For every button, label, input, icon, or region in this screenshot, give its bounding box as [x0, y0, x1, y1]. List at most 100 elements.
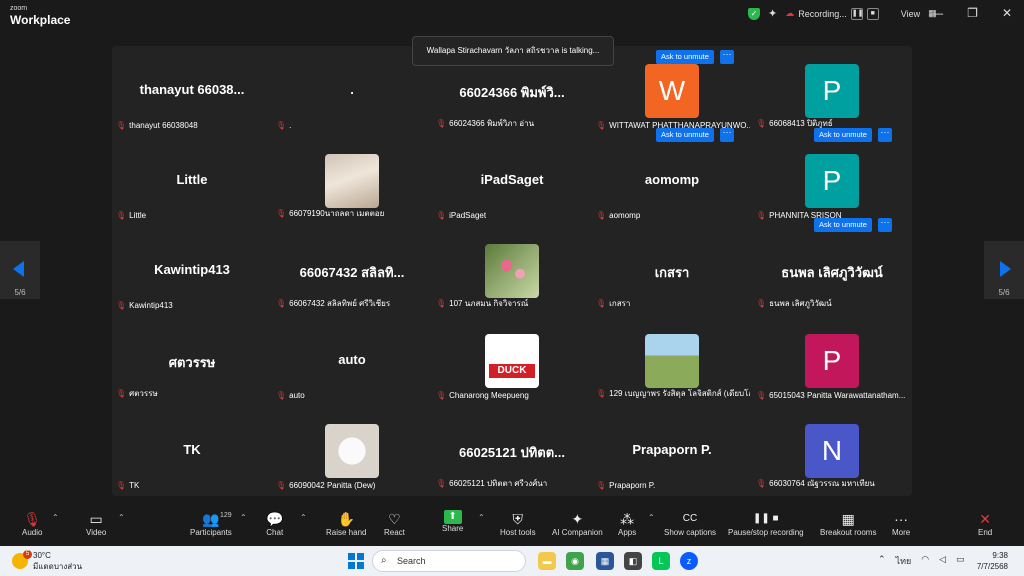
chevron-up-icon[interactable]: ⌃	[478, 513, 485, 522]
zoom-taskbar-icon[interactable]: z	[680, 552, 698, 570]
end-button[interactable]: ✕ End	[978, 510, 992, 537]
participant-tile[interactable]: TK 🎙 TK	[112, 406, 272, 496]
participant-label: 🎙 66030764 ณัฐวรรณ มหาเทียน	[756, 477, 875, 490]
tile-more-options-button[interactable]: ···	[878, 218, 892, 232]
wifi-icon[interactable]: ◠	[921, 554, 929, 568]
close-button[interactable]: ✕	[1002, 6, 1012, 20]
chevron-up-icon[interactable]: ⌃	[878, 554, 886, 568]
next-page-button[interactable]: 5/6	[984, 241, 1024, 299]
participant-tile[interactable]: 🎙 66090042 Panitta (Dew)	[272, 406, 432, 496]
active-speaker-notification: Wallapa Stirachavarn วัลภา สถิรชวาล is t…	[412, 36, 614, 66]
participant-tile[interactable]: . 🎙.	[272, 46, 432, 136]
host-tools-button[interactable]: ⛨ Host tools	[500, 510, 536, 537]
participant-tile[interactable]: Kawintip413 🎙 Kawintip413	[112, 226, 272, 316]
volume-icon[interactable]: ◁	[939, 554, 946, 568]
taskbar-search-box[interactable]: ⌕ Search	[372, 550, 526, 572]
participant-photo	[325, 154, 379, 208]
video-button[interactable]: ▭ Video	[86, 510, 106, 537]
encryption-shield-icon[interactable]: ✓	[748, 7, 760, 20]
participant-tile[interactable]: aomomp 🎙 aomomp	[592, 136, 752, 226]
line-icon[interactable]: L	[652, 552, 670, 570]
participant-tile[interactable]: iPadSaget 🎙 iPadSaget	[432, 136, 592, 226]
share-button[interactable]: ⬆ Share	[442, 510, 463, 533]
breakout-rooms-button[interactable]: ▦ Breakout rooms	[820, 510, 876, 537]
chevron-up-icon[interactable]: ⌃	[118, 513, 125, 522]
participant-label: 🎙 66025121 ปทิตตา ศรีวงศ์นา	[436, 477, 547, 490]
participant-tile[interactable]: 66025121 ปทิตต... 🎙 66025121 ปทิตตา ศรีวงศ…	[432, 406, 592, 496]
participants-button[interactable]: 👥 129 Participants	[190, 510, 232, 537]
participant-tile[interactable]: P 🎙 PHANNITA SRISON	[752, 136, 912, 226]
apps-button[interactable]: ⁂ Apps	[618, 510, 636, 537]
participant-tile[interactable]: P 🎙 65015043 Panitta Warawattanatham...	[752, 316, 912, 406]
toolbar-label: Participants	[190, 528, 232, 537]
ask-to-unmute-button[interactable]: Ask to unmute	[814, 128, 872, 142]
participant-tile[interactable]: ธนพล เลิศภูวิวัฒน์ 🎙 ธนพล เลิศภูวิวัฒน์	[752, 226, 912, 316]
participant-tile[interactable]: thanayut 66038... 🎙 thanayut 66038048	[112, 46, 272, 136]
participant-avatar: P	[805, 334, 859, 388]
view-button[interactable]: View	[901, 9, 920, 19]
participant-label-text: Chanarong Meepueng	[449, 391, 529, 400]
participant-label: 🎙 Prapaporn P.	[596, 481, 655, 490]
participant-tile[interactable]: auto 🎙 auto	[272, 316, 432, 406]
windows-start-icon[interactable]	[348, 553, 364, 569]
language-indicator[interactable]: ไทย	[896, 554, 912, 568]
ask-to-unmute-button[interactable]: Ask to unmute	[814, 218, 872, 232]
participant-tile[interactable]: 🎙 107 นภสมน กิจวิจารณ์	[432, 226, 592, 316]
participant-tile[interactable]: 66067432 สลิลทิ... 🎙 66067432 สลิลทิพย์ ศร…	[272, 226, 432, 316]
show-captions-button[interactable]: CC Show captions	[664, 510, 716, 537]
minimize-button[interactable]: —	[931, 6, 943, 20]
weather-widget[interactable]: 5 30°C มีแดดบางส่วน	[12, 550, 82, 572]
audio-button[interactable]: 🎙 Audio	[22, 510, 42, 537]
participant-label-text: aomomp	[609, 211, 641, 220]
file-explorer-icon[interactable]: ▬	[538, 552, 556, 570]
chat-button[interactable]: 💬 Chat	[266, 510, 283, 537]
participant-label-text: 66025121 ปทิตตา ศรีวงศ์นา	[449, 479, 548, 488]
battery-icon[interactable]: ▭	[956, 554, 965, 568]
chat-icon: 💬	[266, 511, 284, 527]
system-tray: ⌃ ไทย ◠ ◁ ▭	[878, 554, 965, 568]
participant-tile[interactable]: DUCK 🎙 Chanarong Meepueng	[432, 316, 592, 406]
participant-display-name: Kawintip413	[154, 262, 230, 277]
tile-more-options-button[interactable]: ···	[720, 50, 734, 64]
participant-label: 🎙 ธนพล เลิศภูวิวัฒน์	[756, 297, 832, 310]
chevron-up-icon[interactable]: ⌃	[52, 513, 59, 522]
weather-desc: มีแดดบางส่วน	[33, 562, 83, 571]
participant-label: 🎙 66079190นาถลดา เมตตอย	[276, 207, 384, 220]
chevron-up-icon[interactable]: ⌃	[648, 513, 655, 522]
stop-recording-icon[interactable]: ■	[866, 7, 879, 20]
taskbar-clock[interactable]: 9:38 7/7/2568	[977, 550, 1008, 572]
participant-tile[interactable]: Little 🎙 Little	[112, 136, 272, 226]
browser-icon[interactable]: ◉	[566, 552, 584, 570]
participant-tile[interactable]: ศตวรรษ 🎙 ศตวรรษ	[112, 316, 272, 406]
chevron-up-icon[interactable]: ⌃	[240, 513, 247, 522]
cloud-icon: ☁	[785, 8, 795, 18]
participant-tile[interactable]: N 🎙 66030764 ณัฐวรรณ มหาเทียน	[752, 406, 912, 496]
logo-large: Workplace	[10, 13, 71, 27]
mic-muted-icon: 🎙	[276, 299, 287, 308]
ai-companion-button[interactable]: ✦ AI Companion	[552, 510, 603, 537]
ask-to-unmute-button[interactable]: Ask to unmute	[656, 50, 714, 64]
pause-stop-recording-button[interactable]: ❚❚ ■ Pause/stop recording	[728, 510, 804, 537]
weather-temp: 30°C	[33, 551, 51, 560]
pause-recording-icon[interactable]: ❚❚	[850, 7, 863, 20]
ask-to-unmute-button[interactable]: Ask to unmute	[656, 128, 714, 142]
mic-muted-icon: 🎙	[756, 479, 767, 488]
participant-tile[interactable]: Prapaporn P. 🎙 Prapaporn P.	[592, 406, 752, 496]
ai-sparkle-icon[interactable]: ✦	[768, 7, 777, 20]
raise-hand-button[interactable]: ✋ Raise hand	[326, 510, 366, 537]
participant-tile[interactable]: P 🎙 66068413 ปิติภูทธ์	[752, 46, 912, 136]
tile-more-options-button[interactable]: ···	[720, 128, 734, 142]
app-icon[interactable]: ◧	[624, 552, 642, 570]
store-icon[interactable]: ▦	[596, 552, 614, 570]
chevron-up-icon[interactable]: ⌃	[300, 513, 307, 522]
toolbar-label: End	[978, 528, 993, 537]
maximize-button[interactable]: ❐	[967, 6, 978, 20]
clock-date: 7/7/2568	[976, 562, 1008, 571]
participant-tile[interactable]: 🎙 129 เบญญาพร รังสิตุล โลจิสติกส์ (เดียบโ…	[592, 316, 752, 406]
participant-tile[interactable]: 🎙 66079190นาถลดา เมตตอย	[272, 136, 432, 226]
prev-page-button[interactable]: 5/6	[0, 241, 40, 299]
more-button[interactable]: ··· More	[892, 510, 910, 537]
react-button[interactable]: ♡ React	[384, 510, 405, 537]
participant-tile[interactable]: เกสรา 🎙 เกสรา	[592, 226, 752, 316]
tile-more-options-button[interactable]: ···	[878, 128, 892, 142]
